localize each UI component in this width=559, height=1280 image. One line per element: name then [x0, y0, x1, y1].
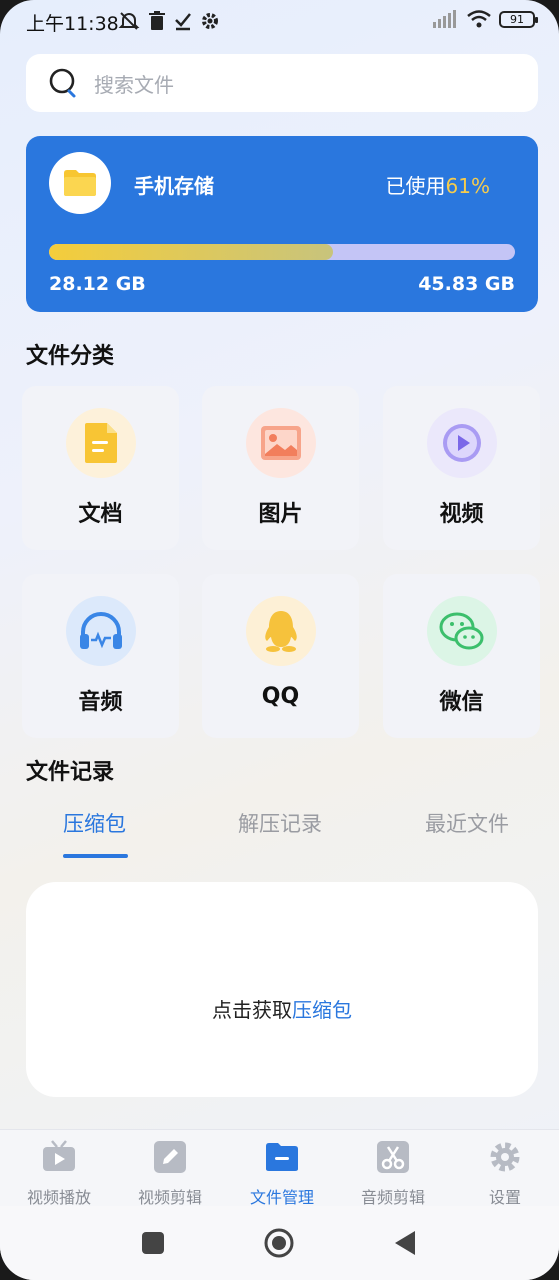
storage-title: 手机存储 [134, 174, 214, 198]
nav-label: 设置 [488, 1188, 521, 1207]
storage-folder-badge [49, 152, 111, 214]
wechat-icon [439, 612, 484, 650]
storage-progress-fill [49, 244, 334, 260]
nav-video-player[interactable]: 视频播放 [3, 1140, 115, 1208]
bottom-nav: 视频播放 视频剪辑 文件管理 音频剪辑 设置 [0, 1129, 559, 1208]
nav-video-edit[interactable]: 视频剪辑 [114, 1140, 226, 1208]
storage-progress-bar [49, 244, 515, 260]
pencil-edit-icon [154, 1141, 186, 1173]
image-icon-badge [246, 408, 316, 478]
tab-archives[interactable]: 压缩包 [63, 808, 126, 838]
status-time: 上午11:38 [26, 13, 119, 35]
folder-icon [64, 170, 96, 196]
category-label: 文档 [78, 502, 123, 527]
category-label: 音频 [78, 690, 123, 715]
trash-icon [149, 11, 165, 30]
phone-screen: 上午11:38 91 搜索文件 手机存储 已使用61% 28.12 GB 45.… [0, 0, 559, 1280]
settings-small-icon [202, 13, 218, 29]
tab-extract-history[interactable]: 解压记录 [238, 808, 322, 838]
bell-off-icon [118, 12, 140, 30]
nav-label: 视频播放 [26, 1188, 91, 1207]
tab-recent-files[interactable]: 最近文件 [425, 808, 509, 838]
video-icon-badge [427, 408, 497, 478]
status-notification-icons [118, 10, 220, 32]
headphones-icon [80, 612, 122, 649]
storage-used-size: 28.12 GB [49, 273, 146, 295]
category-documents[interactable]: 文档 [22, 386, 179, 550]
category-videos[interactable]: 视频 [383, 386, 540, 550]
nav-label: 文件管理 [249, 1188, 314, 1207]
image-icon [261, 426, 301, 460]
search-bar[interactable]: 搜索文件 [26, 54, 538, 112]
wechat-icon-badge [427, 596, 497, 666]
empty-message[interactable]: 点击获取压缩包 [26, 994, 538, 1023]
system-nav-bar [0, 1206, 559, 1280]
recent-apps-icon[interactable] [138, 1228, 168, 1258]
status-right: 91 [433, 10, 538, 28]
category-images[interactable]: 图片 [202, 386, 359, 550]
back-icon[interactable] [390, 1228, 420, 1258]
nav-settings[interactable]: 设置 [449, 1140, 559, 1208]
document-icon-badge [66, 408, 136, 478]
records-title: 文件记录 [26, 760, 115, 785]
empty-message-text: 点击获取 [212, 998, 292, 1022]
active-tab-indicator [63, 854, 128, 858]
signal-icon [433, 10, 456, 28]
check-download-icon [175, 13, 191, 31]
home-icon[interactable] [264, 1228, 294, 1258]
gear-icon [490, 1142, 520, 1172]
nav-audio-edit[interactable]: 音频剪辑 [337, 1140, 449, 1208]
category-qq[interactable]: QQ [202, 574, 359, 738]
qq-icon-badge [246, 596, 316, 666]
scissors-icon [377, 1141, 409, 1173]
category-label: 视频 [439, 502, 484, 527]
tv-play-icon [43, 1140, 75, 1171]
video-icon [443, 424, 481, 462]
search-placeholder: 搜索文件 [94, 72, 174, 97]
nav-label: 音频剪辑 [360, 1188, 425, 1207]
category-wechat[interactable]: 微信 [383, 574, 540, 738]
storage-total-size: 45.83 GB [418, 273, 515, 295]
status-bar: 上午11:38 91 [0, 0, 559, 42]
category-label: 图片 [258, 502, 303, 527]
storage-used: 已使用61% [386, 170, 490, 199]
folder-icon [266, 1143, 298, 1171]
category-audio[interactable]: 音频 [22, 574, 179, 738]
category-label: 微信 [439, 690, 484, 715]
nav-label: 视频剪辑 [137, 1188, 202, 1207]
battery-icon: 91 [499, 10, 538, 28]
document-icon [85, 423, 117, 463]
nav-file-manager[interactable]: 文件管理 [226, 1140, 338, 1208]
storage-used-percent: 61% [445, 174, 490, 198]
headphones-icon-badge [66, 596, 136, 666]
categories-title: 文件分类 [26, 344, 115, 369]
storage-used-label: 已使用 [385, 174, 446, 198]
search-icon [49, 68, 76, 98]
qq-penguin-icon [265, 611, 297, 652]
category-label: QQ [261, 684, 300, 709]
empty-message-link[interactable]: 压缩包 [292, 998, 352, 1022]
wifi-icon [467, 10, 491, 28]
phone-storage-card[interactable]: 手机存储 已使用61% 28.12 GB 45.83 GB [26, 136, 538, 312]
records-empty-panel: 点击获取压缩包 [26, 882, 538, 1097]
